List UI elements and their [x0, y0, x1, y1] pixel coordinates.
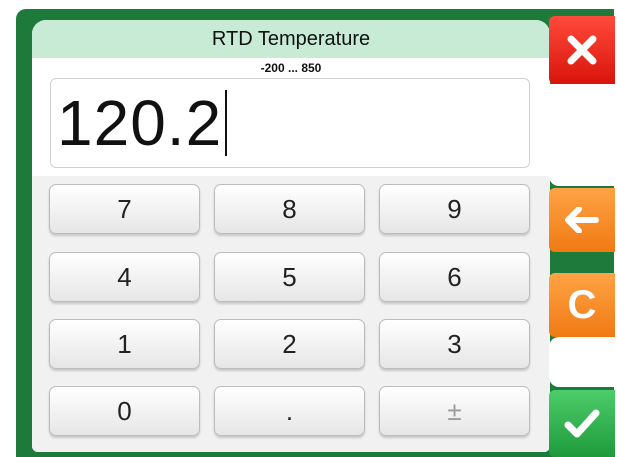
key-decimal[interactable]: . [214, 386, 365, 436]
backspace-button[interactable] [549, 188, 615, 252]
dialog-title: RTD Temperature [32, 20, 550, 58]
side-spacer [549, 84, 615, 186]
key-1[interactable]: 1 [49, 319, 200, 369]
clear-label: C [567, 282, 597, 327]
key-6[interactable]: 6 [379, 252, 530, 302]
key-4[interactable]: 4 [49, 252, 200, 302]
close-icon [565, 33, 599, 67]
key-8[interactable]: 8 [214, 184, 365, 234]
value-input[interactable]: 120.2 [50, 78, 530, 168]
value-text: 120.2 [57, 87, 223, 159]
key-plus-minus[interactable]: ± [379, 386, 530, 436]
key-2[interactable]: 2 [214, 319, 365, 369]
clear-button[interactable]: C [549, 273, 615, 337]
key-3[interactable]: 3 [379, 319, 530, 369]
accept-button[interactable] [549, 390, 615, 457]
text-cursor [225, 90, 228, 156]
range-label: -200 ... 850 [260, 61, 322, 75]
cancel-button[interactable] [549, 16, 615, 84]
key-0[interactable]: 0 [49, 386, 200, 436]
key-7[interactable]: 7 [49, 184, 200, 234]
numeric-keypad: 7 8 9 4 5 6 1 2 3 0 . ± [32, 176, 550, 452]
input-dialog: RTD Temperature -200 ... 850 120.2 7 8 9… [32, 20, 550, 452]
key-9[interactable]: 9 [379, 184, 530, 234]
side-spacer-2 [549, 337, 615, 387]
key-5[interactable]: 5 [214, 252, 365, 302]
checkmark-icon [564, 409, 600, 439]
arrow-left-icon [565, 207, 599, 233]
